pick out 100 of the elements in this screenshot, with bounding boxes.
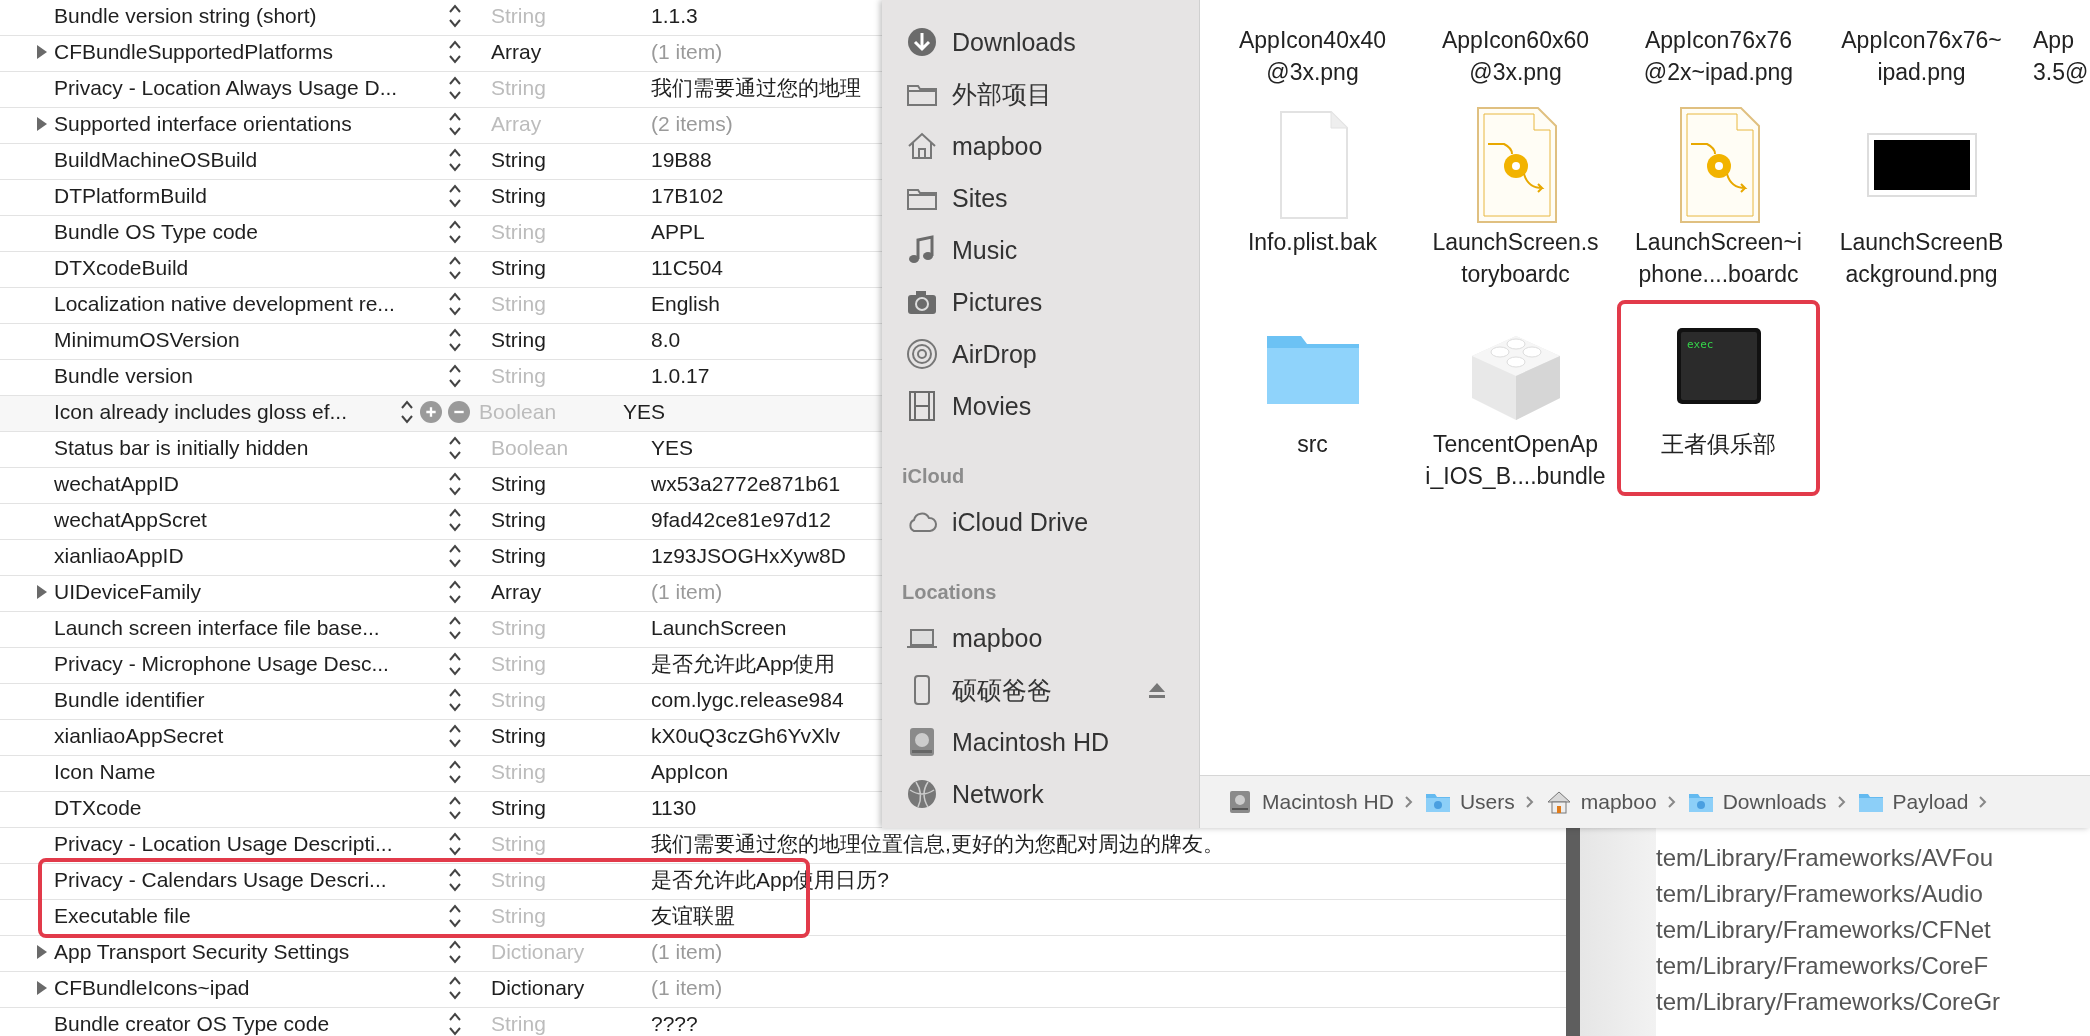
value-cell: (2 items): [651, 111, 733, 136]
key-cell-text: wechatAppScret: [54, 507, 208, 532]
value-cell: 1.1.3: [651, 3, 698, 28]
disclosure-triangle-icon[interactable]: [36, 979, 48, 996]
path-line: tem/Library/Frameworks/CFNet: [1656, 915, 1992, 945]
value-cell: 11C504: [651, 255, 723, 280]
sidebar-item[interactable]: Macintosh HD: [882, 716, 1199, 768]
value-cell: 1z93JSOGHxXyw8D: [651, 543, 846, 568]
path-item[interactable]: mapboo: [1544, 788, 1657, 816]
sidebar-item[interactable]: 外部项目: [882, 68, 1199, 120]
path-line: tem/Library/Frameworks/CoreGr: [1656, 987, 2002, 1017]
file-name: AppIcon76x76 @2x~ipad.png: [1643, 26, 1794, 87]
chevron-icon: [1524, 794, 1535, 810]
chevron-icon: [1836, 794, 1847, 810]
value-cell: 1.0.17: [651, 363, 710, 388]
sidebar-item[interactable]: Movies: [882, 380, 1199, 432]
sidebar-item[interactable]: mapboo: [882, 120, 1199, 172]
file-name: AppIcon60x60 @3x.png: [1441, 26, 1590, 87]
file-item[interactable]: App 3.5@: [2023, 20, 2090, 92]
type-cell-text: Dictionary: [491, 975, 586, 1000]
file-name: LaunchScreen~i phone....boardc: [1635, 228, 1802, 289]
eject-icon[interactable]: [1147, 681, 1167, 699]
value-cell: 友谊联盟: [651, 903, 735, 928]
key-cell-text: Bundle version string (short): [54, 3, 318, 28]
sidebar-item[interactable]: Network: [882, 768, 1199, 820]
remove-row-button[interactable]: [448, 400, 470, 423]
type-cell-text: String: [491, 3, 547, 28]
disclosure-triangle-icon[interactable]: [36, 43, 48, 60]
type-cell-text: String: [491, 759, 547, 784]
key-cell-text: Status bar is initially hidden: [54, 435, 310, 460]
disclosure-triangle-icon[interactable]: [36, 943, 48, 960]
type-cell-text: String: [491, 471, 547, 496]
key-cell-text: MinimumOSVersion: [54, 327, 241, 352]
sidebar-item[interactable]: AirDrop: [882, 328, 1199, 380]
sidebar-item[interactable]: mapboo: [882, 612, 1199, 664]
key-cell-text: xianliaoAppID: [54, 543, 185, 568]
file-item[interactable]: exec 王者俱乐部: [1617, 300, 1820, 496]
type-cell-text: String: [491, 327, 547, 352]
sidebar-item[interactable]: iCloud Drive: [882, 496, 1199, 548]
file-item[interactable]: AppIcon76x76~ ipad.png: [1820, 20, 2023, 92]
file-item[interactable]: LaunchScreenB ackground.png: [1820, 98, 2023, 294]
file-item[interactable]: AppIcon40x40 @3x.png: [1211, 20, 1414, 92]
key-cell-text: wechatAppID: [54, 471, 180, 496]
path-item[interactable]: Users: [1423, 788, 1515, 816]
path-item[interactable]: Macintosh HD: [1226, 788, 1394, 816]
value-cell: wx53a2772e871b61: [651, 471, 841, 496]
chevron-icon: [1403, 794, 1414, 810]
value-cell: 19B88: [651, 147, 712, 172]
key-cell-text: BuildMachineOSBuild: [54, 147, 259, 172]
file-item[interactable]: AppIcon60x60 @3x.png: [1414, 20, 1617, 92]
type-cell-text: String: [491, 183, 547, 208]
sidebar-item[interactable]: 硕硕爸爸: [882, 664, 1199, 716]
file-name: AppIcon40x40 @3x.png: [1238, 26, 1387, 87]
key-cell-text: CFBundleSupportedPlatforms: [54, 39, 334, 64]
file-item[interactable]: Info.plist.bak: [1211, 98, 1414, 294]
disclosure-triangle-icon[interactable]: [36, 583, 48, 600]
path-item[interactable]: Payload: [1856, 788, 1969, 816]
sidebar-item[interactable]: Sites: [882, 172, 1199, 224]
type-cell-text: Array: [491, 39, 543, 64]
type-cell-text: String: [491, 291, 547, 316]
sidebar-item[interactable]: Music: [882, 224, 1199, 276]
value-cell: kX0uQ3czGh6YvXlv: [651, 723, 841, 748]
type-cell-text: String: [491, 867, 547, 892]
value-cell: 我们需要通过您的地理位置信息,更好的为您配对周边的牌友。: [651, 831, 1224, 856]
path-line: tem/Library/Frameworks/AVFou: [1656, 843, 1994, 873]
file-item[interactable]: src: [1211, 300, 1414, 496]
key-cell-text: DTPlatformBuild: [54, 183, 208, 208]
file-item[interactable]: TencentOpenAp i_IOS_B....bundle: [1414, 300, 1617, 496]
type-cell-text: String: [491, 723, 547, 748]
type-cell-text: String: [491, 363, 547, 388]
key-cell-text: Privacy - Microphone Usage Desc...: [54, 651, 390, 676]
downloads-icon: [906, 26, 938, 58]
movies-icon: [906, 390, 938, 422]
path-item[interactable]: Downloads: [1686, 788, 1827, 816]
key-cell-text: Executable file: [54, 903, 192, 928]
file-item[interactable]: AppIcon76x76 @2x~ipad.png: [1617, 20, 1820, 92]
file-name: AppIcon76x76~ ipad.png: [1841, 26, 2002, 87]
file-item[interactable]: LaunchScreen~i phone....boardc: [1617, 98, 1820, 294]
type-cell-text: String: [491, 687, 547, 712]
type-cell-text: Array: [491, 579, 543, 604]
value-cell: 17B102: [651, 183, 724, 208]
add-row-button[interactable]: [420, 400, 442, 423]
key-cell-text: Supported interface orientations: [54, 111, 353, 136]
key-cell-text: Privacy - Location Always Usage D...: [54, 75, 399, 100]
sidebar-item[interactable]: Pictures: [882, 276, 1199, 328]
file-name: 王者俱乐部: [1661, 430, 1776, 459]
value-cell: ????: [651, 1011, 698, 1036]
key-cell-text: Localization native development re...: [54, 291, 396, 316]
key-cell-text: Icon Name: [54, 759, 157, 784]
key-cell-text: Bundle version: [54, 363, 194, 388]
file-item[interactable]: LaunchScreen.s toryboardc: [1414, 98, 1617, 294]
type-cell-text: Array: [491, 111, 543, 136]
disclosure-triangle-icon[interactable]: [36, 115, 48, 132]
value-cell: com.lygc.release984: [651, 687, 844, 712]
type-cell-text: String: [491, 615, 547, 640]
value-cell: 是否允许此App使用: [651, 651, 836, 676]
type-cell-text: Dictionary: [491, 939, 586, 964]
home-icon: [906, 130, 938, 162]
sidebar-item[interactable]: Downloads: [882, 16, 1199, 68]
key-cell-text: Icon already includes gloss ef...: [54, 399, 348, 424]
